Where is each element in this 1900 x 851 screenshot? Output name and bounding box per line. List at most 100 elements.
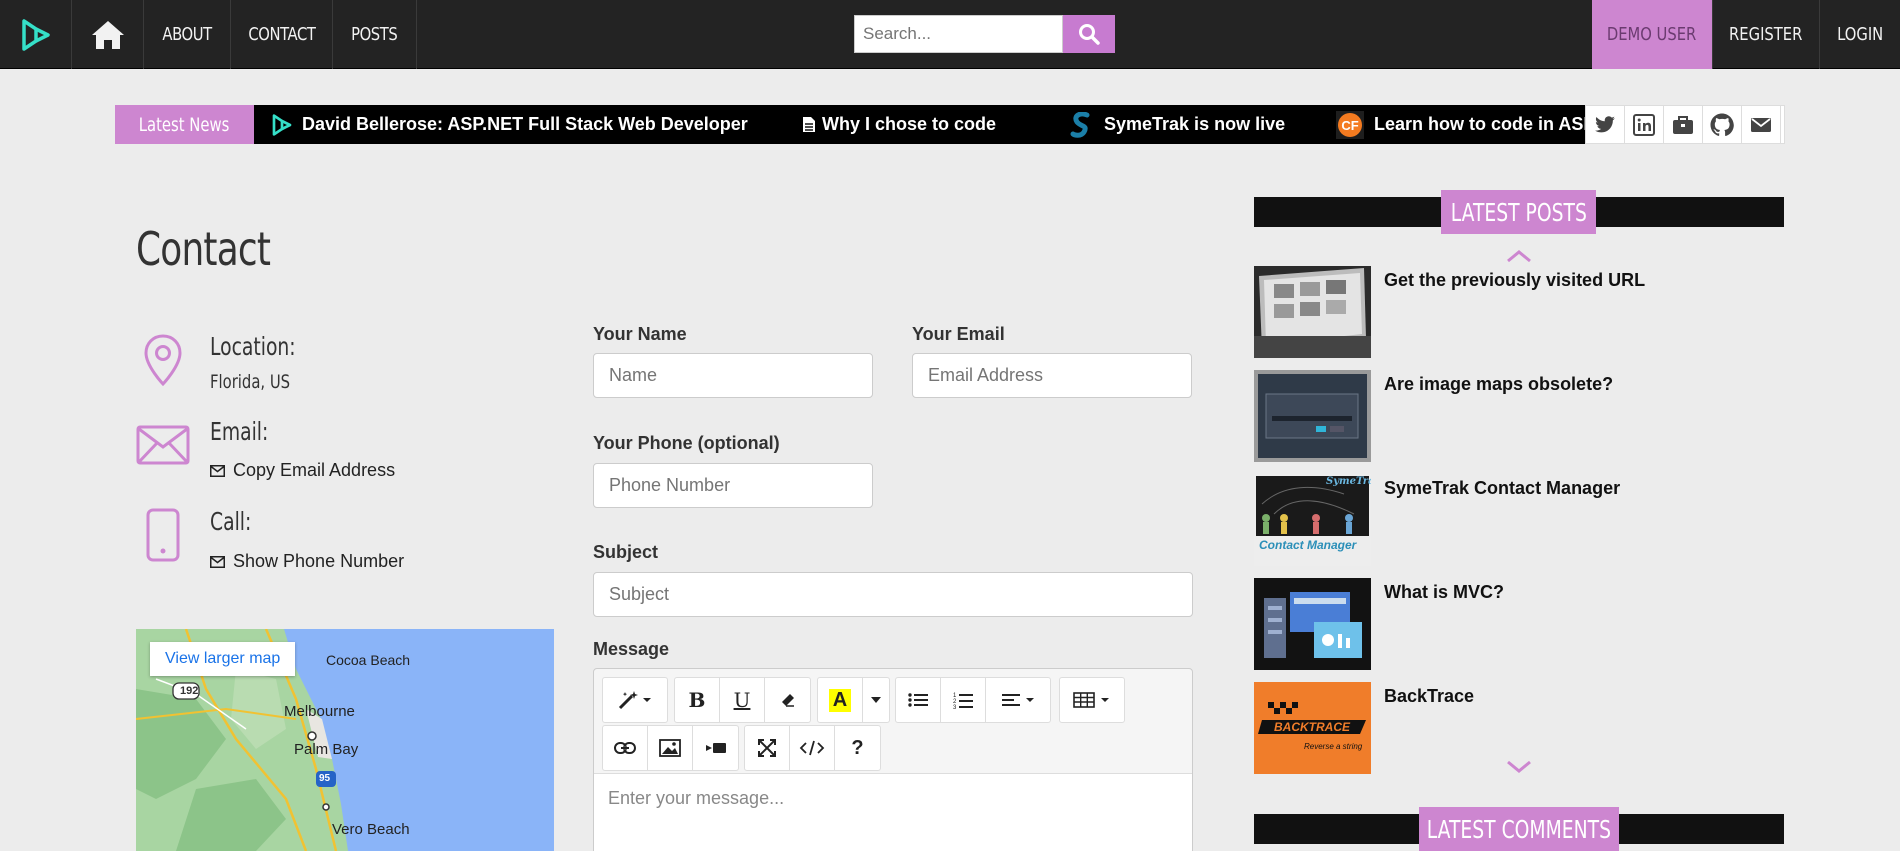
latest-comments-title: LATEST COMMENTS (1426, 814, 1612, 844)
insert-table-group (1059, 677, 1125, 723)
post-title: What is MVC? (1384, 582, 1504, 602)
nav-contact-label: CONTACT (247, 24, 316, 45)
map-place-label: Melbourne (284, 703, 355, 720)
message-textarea[interactable]: Enter your message... (594, 773, 1192, 851)
copy-email-text: Copy Email Address (233, 460, 396, 480)
map-place-label: Vero Beach (332, 821, 410, 838)
insert-link-button[interactable] (603, 726, 648, 770)
ticker-item-text: David Bellerose: ASP.NET Full Stack Web … (302, 114, 748, 134)
phone-input[interactable] (593, 463, 873, 508)
email-label: Email: (210, 417, 269, 446)
search-button[interactable] (1063, 15, 1115, 53)
twitter-link[interactable] (1586, 106, 1625, 143)
github-link[interactable] (1703, 106, 1742, 143)
ticker-item-text: Learn how to code in ASP.NET (1374, 114, 1585, 134)
bold-button[interactable]: B (675, 678, 720, 722)
map-road-label: 95 (319, 773, 331, 784)
help-button[interactable]: ? (835, 726, 880, 770)
post-item[interactable]: Get the previously visited URL (1254, 266, 1784, 358)
login-label: LOGIN (1836, 24, 1884, 45)
search-form (854, 15, 1115, 53)
home-link[interactable] (72, 0, 144, 69)
show-phone-text: Show Phone Number (233, 551, 405, 571)
document-icon (802, 116, 816, 133)
table-dropdown-button[interactable] (1060, 678, 1124, 722)
symetrak-caption-text: Contact Manager (1259, 538, 1357, 552)
portfolio-link[interactable] (1664, 106, 1703, 143)
demo-user-label: DEMO USER (1607, 24, 1697, 45)
style-dropdown-button[interactable] (603, 678, 667, 722)
ticker-item-text: SymeTrak is now live (1104, 114, 1286, 134)
chevron-up-icon (1507, 250, 1531, 263)
svg-text:CF: CF (1341, 118, 1358, 133)
email-link[interactable] (1742, 106, 1781, 143)
github-icon (1710, 113, 1734, 136)
subject-label: Subject (593, 542, 659, 562)
register-link[interactable]: REGISTER (1712, 0, 1819, 69)
linkedin-link[interactable] (1625, 106, 1664, 143)
envelope-icon (136, 425, 190, 470)
post-title: Get the previously visited URL (1384, 270, 1646, 290)
numbered-list-button[interactable]: 123 (941, 678, 986, 722)
post-item[interactable]: SymeTrak Contact Manager SymeTrak Contac… (1254, 474, 1784, 566)
post-thumbnail (1254, 578, 1371, 670)
bullet-list-icon (908, 693, 928, 707)
subject-input[interactable] (593, 572, 1193, 617)
symetrak-icon (1070, 111, 1092, 138)
align-dropdown-button[interactable] (986, 678, 1050, 722)
ticker-label-text: Latest News (139, 113, 230, 136)
map-place-label: Cocoa Beach (326, 652, 411, 668)
search-input[interactable] (854, 15, 1063, 53)
font-style-group: B U (674, 677, 811, 723)
login-link[interactable]: LOGIN (1819, 0, 1900, 69)
name-label: Your Name (593, 324, 687, 344)
map-place-label: Palm Bay (294, 741, 359, 758)
highlight-color-button[interactable]: A (818, 678, 863, 722)
post-thumbnail: SymeTrak Contact Manager (1254, 474, 1371, 566)
fullscreen-button[interactable] (745, 726, 790, 770)
link-icon (614, 742, 636, 754)
site-logo[interactable] (0, 0, 72, 69)
align-left-icon (1002, 694, 1034, 706)
ticker-item[interactable]: SymeTrak is now live (1070, 105, 1285, 144)
nav-contact-link[interactable]: CONTACT (231, 0, 333, 69)
post-title: Are image maps obsolete? (1384, 374, 1614, 394)
eraser-icon (781, 694, 794, 707)
expand-icon (758, 739, 776, 757)
insert-image-button[interactable] (648, 726, 693, 770)
message-label: Message (593, 639, 670, 659)
post-thumbnail (1254, 370, 1371, 462)
clear-format-button[interactable] (765, 678, 810, 722)
ticker-item[interactable]: David Bellerose: ASP.NET Full Stack Web … (272, 105, 748, 144)
color-dropdown-button[interactable] (863, 678, 889, 722)
code-view-button[interactable] (790, 726, 835, 770)
location-map[interactable]: 192 95 Cocoa Beach Melbourne Palm Bay Ve… (136, 629, 554, 851)
ticker-item[interactable]: CF Learn how to code in ASP.NET (1336, 105, 1585, 144)
nav-posts-link[interactable]: POSTS (333, 0, 417, 69)
show-phone-link[interactable]: Show Phone Number (210, 551, 404, 572)
nav-posts-label: POSTS (351, 24, 398, 45)
latest-posts-heading: LATEST POSTS (1441, 190, 1596, 234)
email-input[interactable] (912, 353, 1192, 398)
copy-email-link[interactable]: Copy Email Address (210, 460, 395, 481)
insert-video-button[interactable] (693, 726, 738, 770)
demo-user-link[interactable]: DEMO USER (1592, 0, 1712, 69)
style-group (602, 677, 668, 723)
backtrace-caption-text: Reverse a string (1304, 742, 1363, 751)
post-item[interactable]: What is MVC? (1254, 578, 1784, 670)
search-icon (1079, 24, 1100, 45)
paragraph-group: 123 (895, 677, 1051, 723)
video-icon (705, 743, 726, 753)
post-item[interactable]: Are image maps obsolete? (1254, 370, 1784, 462)
home-icon (91, 20, 124, 49)
bold-icon: B (688, 688, 706, 712)
bullet-list-button[interactable] (896, 678, 941, 722)
ticker-item[interactable]: Why I chose to code (802, 105, 996, 144)
scroll-down-button[interactable] (1505, 760, 1533, 779)
view-larger-map-link[interactable]: View larger map (150, 642, 296, 676)
ticker-item-text: Why I chose to code (822, 114, 997, 134)
name-input[interactable] (593, 353, 873, 398)
underline-button[interactable]: U (720, 678, 765, 722)
mail-icon (210, 464, 225, 477)
nav-about-link[interactable]: ABOUT (144, 0, 231, 69)
